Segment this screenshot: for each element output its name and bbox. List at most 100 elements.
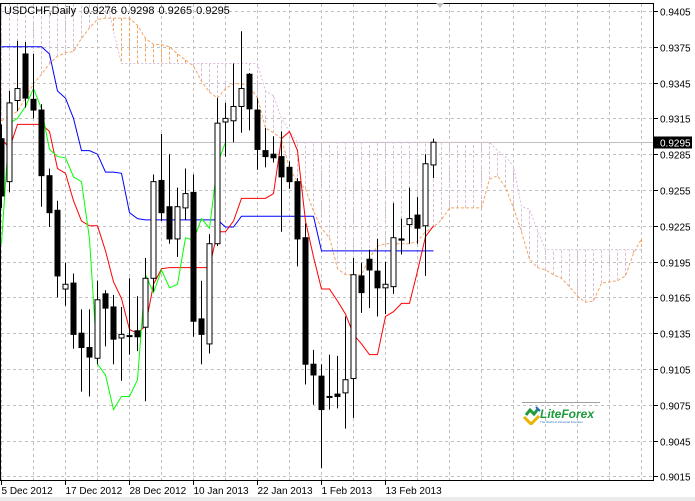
candle-body-bearish bbox=[278, 156, 285, 178]
price-tick-label: 0.9015 bbox=[660, 473, 691, 484]
symbol-timeframe: USDCHF,Daily bbox=[4, 5, 77, 17]
candle bbox=[38, 104, 45, 207]
candle-body-bullish bbox=[326, 395, 333, 398]
price-axis[interactable]: 0.9405 0.9375 0.9345 0.9315 0.9285 0.9255 0.92… bbox=[654, 8, 692, 484]
candle bbox=[206, 234, 213, 354]
candle-body-bullish bbox=[182, 193, 189, 209]
current-price-label: 0.9295 bbox=[660, 139, 691, 150]
candle-body-bearish bbox=[270, 153, 277, 159]
candle-body-bearish bbox=[78, 332, 85, 349]
candle-body-bullish bbox=[174, 206, 181, 240]
candle-body-bullish bbox=[430, 141, 437, 166]
candle-body-bullish bbox=[342, 379, 349, 394]
candle-body-bearish bbox=[134, 330, 141, 338]
price-tick-label: 0.9195 bbox=[660, 259, 691, 270]
candle bbox=[182, 168, 189, 220]
candle-body-bullish bbox=[350, 274, 357, 380]
date-tick-label: 5 Dec 2012 bbox=[2, 486, 54, 497]
candle bbox=[222, 102, 229, 157]
candle bbox=[350, 258, 357, 418]
candle-body-bearish bbox=[246, 73, 253, 110]
candle bbox=[6, 90, 13, 193]
candle bbox=[142, 258, 149, 402]
candle-body-bearish bbox=[102, 293, 109, 309]
time-axis[interactable]: 5 Dec 2012 17 Dec 2012 28 Dec 2012 10 Jan 2… bbox=[1, 480, 443, 497]
logo-tagline: The World of Financial Freedom bbox=[540, 420, 583, 424]
candle bbox=[422, 154, 429, 276]
price-chart[interactable]: 0.9405 0.9375 0.9345 0.9315 0.9285 0.9255 0.92… bbox=[0, 0, 695, 501]
candle-body-bearish bbox=[190, 191, 197, 322]
date-tick-label: 28 Dec 2012 bbox=[130, 486, 187, 497]
candle bbox=[190, 174, 197, 337]
candle bbox=[286, 161, 293, 189]
candle-body-bearish bbox=[86, 347, 93, 358]
candle-body-bullish bbox=[406, 218, 413, 226]
candle-body-bearish bbox=[310, 363, 317, 376]
price-tick-label: 0.9165 bbox=[660, 294, 691, 305]
candle bbox=[270, 136, 277, 163]
candle bbox=[390, 203, 397, 294]
candle bbox=[318, 364, 325, 469]
candle bbox=[174, 187, 181, 257]
logo-mark-icon bbox=[522, 406, 541, 425]
candle-body-bearish bbox=[262, 150, 269, 158]
candle-body-bullish bbox=[118, 333, 125, 339]
candle-body-bullish bbox=[222, 117, 229, 123]
candle-body-bullish bbox=[230, 105, 237, 122]
candle-body-bullish bbox=[94, 299, 101, 359]
candle-body-bullish bbox=[238, 88, 245, 107]
candle-body-bearish bbox=[366, 258, 373, 271]
candle bbox=[166, 154, 173, 244]
candle bbox=[334, 355, 341, 409]
candle-body-bullish bbox=[62, 283, 69, 290]
candle bbox=[238, 31, 245, 133]
candle-body-bearish bbox=[294, 181, 301, 240]
price-tick-label: 0.9255 bbox=[660, 187, 691, 198]
candle-body-bullish bbox=[14, 88, 21, 101]
header-open: 0.9276 bbox=[83, 5, 117, 17]
candle-body-bearish bbox=[374, 270, 381, 289]
price-tick-label: 0.9285 bbox=[660, 151, 691, 162]
candle-body-bullish bbox=[126, 335, 133, 338]
candle bbox=[126, 278, 133, 355]
candle-body-bearish bbox=[70, 282, 77, 335]
candle-body-bullish bbox=[422, 163, 429, 227]
candle-body-bullish bbox=[206, 243, 213, 345]
chart-shift-marker[interactable] bbox=[436, 3, 444, 8]
price-tick-label: 0.9405 bbox=[660, 8, 691, 19]
candle bbox=[430, 138, 437, 179]
candle-body-bearish bbox=[54, 209, 61, 277]
candle-body-bullish bbox=[214, 122, 221, 245]
candle-body-bearish bbox=[198, 318, 205, 335]
candle-body-bearish bbox=[318, 375, 325, 411]
candle bbox=[198, 280, 205, 365]
candle bbox=[14, 40, 21, 112]
candle-body-bullish bbox=[150, 181, 157, 279]
candle bbox=[94, 280, 101, 365]
candle-body-bearish bbox=[166, 206, 173, 240]
header-low: 0.9265 bbox=[158, 5, 193, 17]
candle-body-bullish bbox=[6, 102, 13, 183]
candle bbox=[246, 73, 253, 131]
candle bbox=[310, 349, 317, 405]
price-tick-label: 0.9225 bbox=[660, 223, 691, 234]
candle bbox=[382, 261, 389, 315]
candle bbox=[254, 98, 261, 170]
price-tick-label: 0.9375 bbox=[660, 44, 691, 55]
candle bbox=[294, 178, 301, 267]
candle-body-bullish bbox=[142, 277, 149, 328]
candle bbox=[158, 133, 165, 222]
candle bbox=[110, 295, 117, 365]
date-tick-label: 1 Feb 2013 bbox=[322, 486, 373, 497]
candle bbox=[406, 187, 413, 244]
candle-body-bearish bbox=[22, 53, 29, 99]
candle bbox=[302, 223, 309, 385]
candle-body-bearish bbox=[334, 393, 341, 397]
liteforex-logo: LiteForex The World of Financial Freedom bbox=[520, 402, 600, 425]
candle bbox=[414, 197, 421, 244]
candle bbox=[62, 262, 69, 306]
candle bbox=[86, 309, 93, 397]
candle-body-bearish bbox=[358, 275, 365, 294]
candle bbox=[102, 290, 109, 347]
price-tick-label: 0.9045 bbox=[660, 438, 691, 449]
